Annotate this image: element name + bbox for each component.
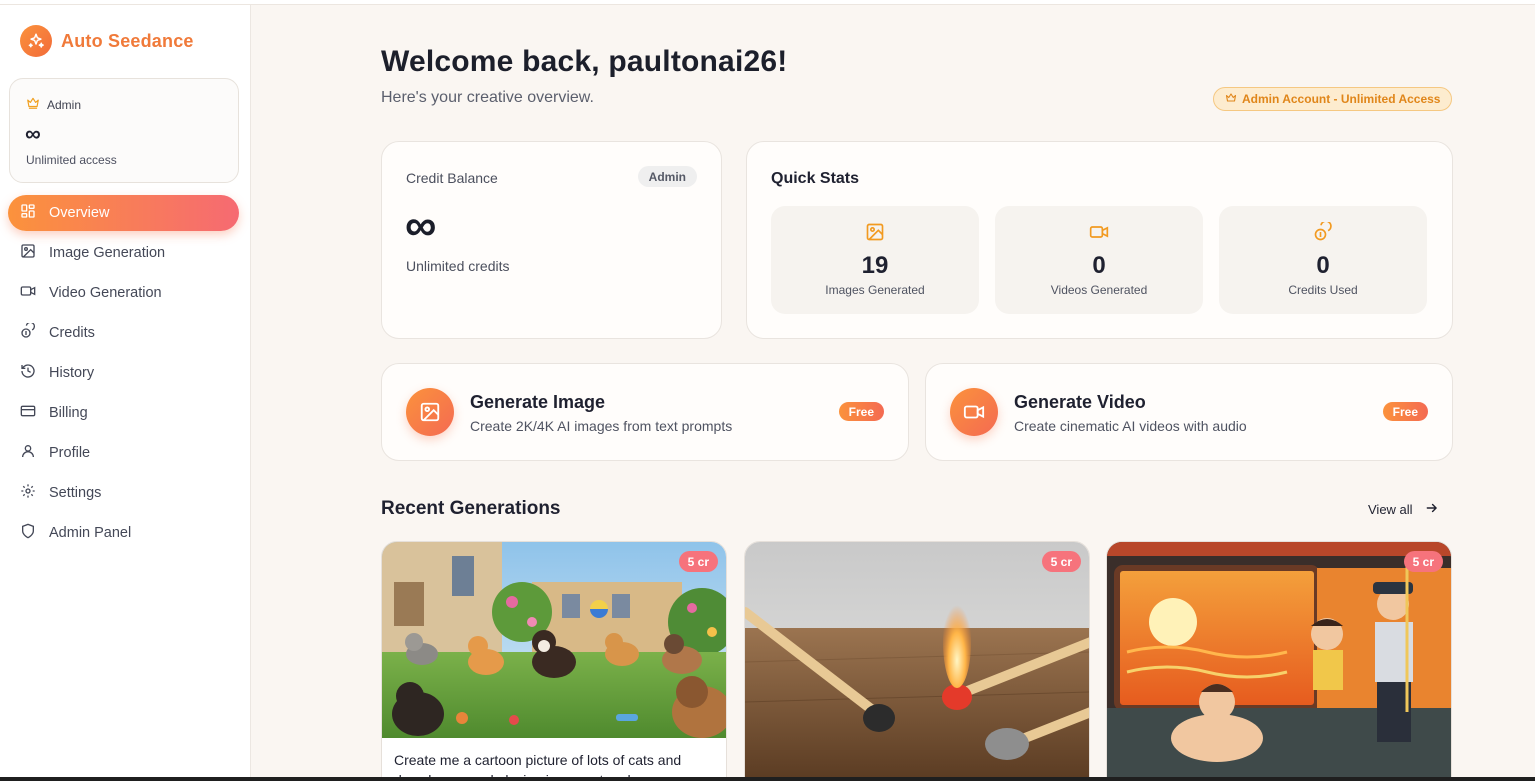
crown-icon (1225, 92, 1237, 107)
arrow-right-icon (1425, 501, 1439, 518)
credit-balance-label: Credit Balance (406, 170, 498, 186)
stat-label: Credits Used (1288, 283, 1358, 297)
user-icon (20, 443, 36, 463)
generate-video-card[interactable]: Generate Video Create cinematic AI video… (925, 363, 1453, 461)
generation-thumbnail (745, 542, 1089, 781)
action-title: Generate Video (1014, 392, 1146, 412)
sidebar-item-history[interactable]: History (8, 355, 239, 391)
stat-value: 0 (1092, 252, 1106, 279)
coins-icon (1313, 220, 1333, 247)
account-card: Admin ∞ Unlimited access (9, 78, 239, 183)
stat-credits-used: 0 Credits Used (1219, 206, 1427, 314)
sidebar-nav: Overview Image Generation Video Generati… (8, 195, 239, 555)
view-all-link[interactable]: View all (1368, 501, 1439, 518)
gear-icon (20, 483, 36, 503)
generation-thumbnail (382, 542, 726, 738)
generation-thumbnail (1107, 542, 1451, 781)
recent-generations-title: Recent Generations (381, 498, 561, 519)
free-badge: Free (838, 402, 884, 421)
video-icon (20, 283, 36, 303)
stat-value: 19 (861, 252, 889, 279)
history-icon (20, 363, 36, 383)
sidebar-item-label: Credits (49, 325, 95, 341)
image-icon (865, 222, 885, 247)
bottom-bar (0, 777, 1535, 781)
sidebar-item-label: Profile (49, 445, 91, 461)
stat-label: Videos Generated (1050, 283, 1148, 297)
account-role: Admin (47, 97, 82, 112)
main-content: Welcome back, paultonai26! Here's your c… (252, 5, 1535, 781)
grid-icon (20, 203, 36, 223)
stat-videos-generated: 0 Videos Generated (995, 206, 1203, 314)
coins-icon (20, 321, 36, 343)
sidebar-item-label: Video Generation (49, 285, 162, 301)
sidebar-item-label: History (49, 365, 95, 381)
admin-access-badge: Admin Account - Unlimited Access (1213, 87, 1453, 111)
crown-icon (26, 96, 40, 113)
credit-balance-card: Credit Balance Admin ∞ Unlimited credits (381, 141, 722, 339)
sidebar-item-label: Overview (49, 205, 110, 221)
credit-balance-desc: Unlimited credits (406, 258, 510, 274)
sidebar-item-label: Admin Panel (49, 525, 132, 541)
credit-cost-badge: 5 cr (678, 551, 718, 572)
sidebar-item-label: Billing (49, 405, 88, 421)
brand-name: Auto Seedance (61, 30, 194, 51)
generation-card[interactable]: 5 cr (744, 541, 1090, 781)
credit-cost-badge: 5 cr (1041, 551, 1081, 572)
stat-label: Images Generated (825, 283, 925, 297)
generate-image-card[interactable]: Generate Image Create 2K/4K AI images fr… (381, 363, 909, 461)
credit-balance-value: ∞ (405, 201, 437, 250)
account-credits: ∞ (25, 121, 41, 146)
video-icon (950, 388, 998, 436)
sidebar-item-billing[interactable]: Billing (8, 395, 239, 431)
sidebar: Auto Seedance Admin ∞ Unlimited access O… (0, 5, 251, 781)
brand[interactable]: Auto Seedance (20, 25, 194, 57)
generation-card[interactable]: 5 cr Create me a cartoon picture of lots… (381, 541, 727, 781)
credit-cost-badge: 5 cr (1403, 551, 1443, 572)
page-subtitle: Here's your creative overview. (381, 89, 594, 106)
account-access: Unlimited access (26, 153, 117, 167)
admin-badge-label: Admin Account - Unlimited Access (1242, 92, 1441, 106)
sidebar-item-admin-panel[interactable]: Admin Panel (8, 515, 239, 551)
sidebar-item-label: Image Generation (49, 245, 166, 261)
stat-images-generated: 19 Images Generated (771, 206, 979, 314)
sidebar-item-settings[interactable]: Settings (8, 475, 239, 511)
sidebar-item-video-generation[interactable]: Video Generation (8, 275, 239, 311)
sidebar-item-image-generation[interactable]: Image Generation (8, 235, 239, 271)
quick-stats-title: Quick Stats (771, 170, 860, 187)
credit-card-icon (20, 403, 36, 423)
free-badge: Free (1382, 402, 1428, 421)
role-pill: Admin (637, 166, 697, 187)
view-all-label: View all (1368, 502, 1413, 517)
sidebar-item-credits[interactable]: Credits (8, 315, 239, 351)
sidebar-item-label: Settings (49, 485, 102, 501)
shield-icon (20, 523, 36, 543)
image-icon (20, 243, 36, 263)
video-icon (1089, 222, 1109, 247)
sidebar-item-profile[interactable]: Profile (8, 435, 239, 471)
sidebar-item-overview[interactable]: Overview (8, 195, 239, 231)
generation-card[interactable]: 5 cr (1106, 541, 1452, 781)
image-icon (406, 388, 454, 436)
action-desc: Create cinematic AI videos with audio (1014, 418, 1247, 434)
stat-value: 0 (1316, 252, 1330, 279)
page-title: Welcome back, paultonai26! (381, 45, 788, 78)
action-title: Generate Image (470, 392, 606, 412)
action-desc: Create 2K/4K AI images from text prompts (470, 418, 733, 434)
sparkles-logo-icon (20, 25, 52, 57)
quick-stats-card: Quick Stats 19 Images Generated 0 Videos… (746, 141, 1453, 339)
